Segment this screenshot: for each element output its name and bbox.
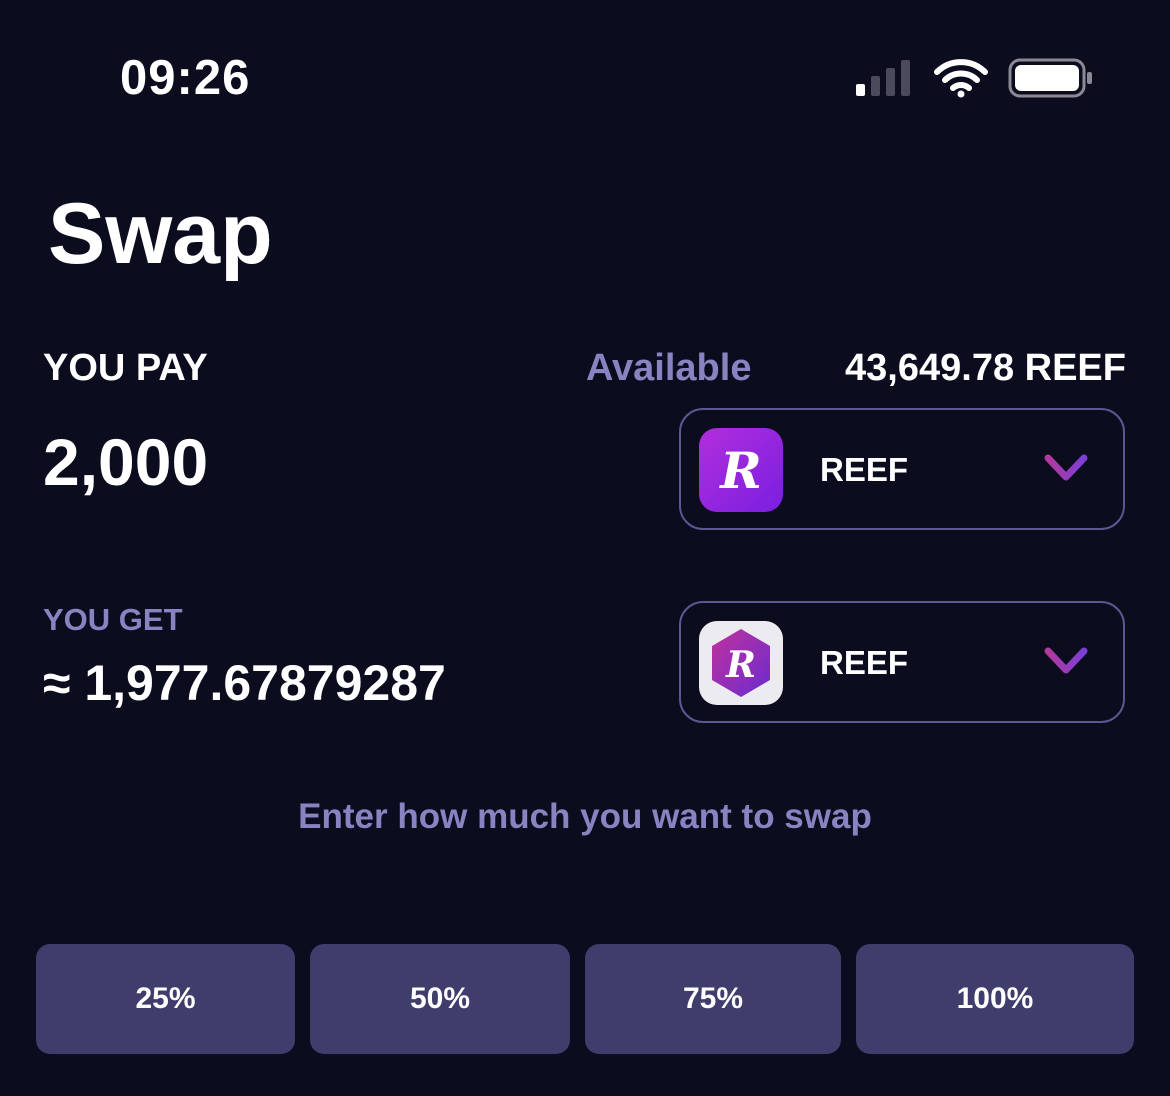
wifi-icon	[934, 59, 988, 98]
battery-icon	[1008, 58, 1092, 98]
you-get-label: YOU GET	[43, 602, 183, 637]
get-amount: ≈ 1,977.67879287	[43, 655, 446, 711]
status-time: 09:26	[120, 51, 251, 105]
svg-text:R: R	[725, 644, 756, 686]
svg-text:R: R	[718, 441, 762, 500]
percent-75-button[interactable]: 75%	[585, 944, 841, 1054]
percent-50-button[interactable]: 50%	[310, 944, 570, 1054]
pay-token-selector[interactable]: R REEF	[679, 408, 1125, 530]
pay-token-symbol: REEF	[820, 451, 909, 488]
available-balance: 43,649.78 REEF	[845, 347, 1126, 389]
percent-100-button[interactable]: 100%	[856, 944, 1134, 1054]
available-label: Available	[586, 347, 752, 389]
get-token-symbol: REEF	[820, 644, 909, 681]
chevron-down-icon	[1044, 454, 1088, 481]
pay-amount-input[interactable]: 2,000	[43, 424, 208, 500]
chevron-down-icon	[1044, 647, 1088, 674]
reef-hexagon-logo-icon: R	[699, 621, 783, 705]
cellular-signal-icon	[856, 60, 910, 96]
reef-logo-icon: R	[699, 428, 783, 512]
you-pay-label: YOU PAY	[43, 347, 208, 389]
page-title: Swap	[48, 186, 273, 282]
percent-25-button[interactable]: 25%	[36, 944, 295, 1054]
get-token-selector[interactable]: R REEF	[679, 601, 1125, 723]
swap-hint-text: Enter how much you want to swap	[298, 797, 872, 836]
